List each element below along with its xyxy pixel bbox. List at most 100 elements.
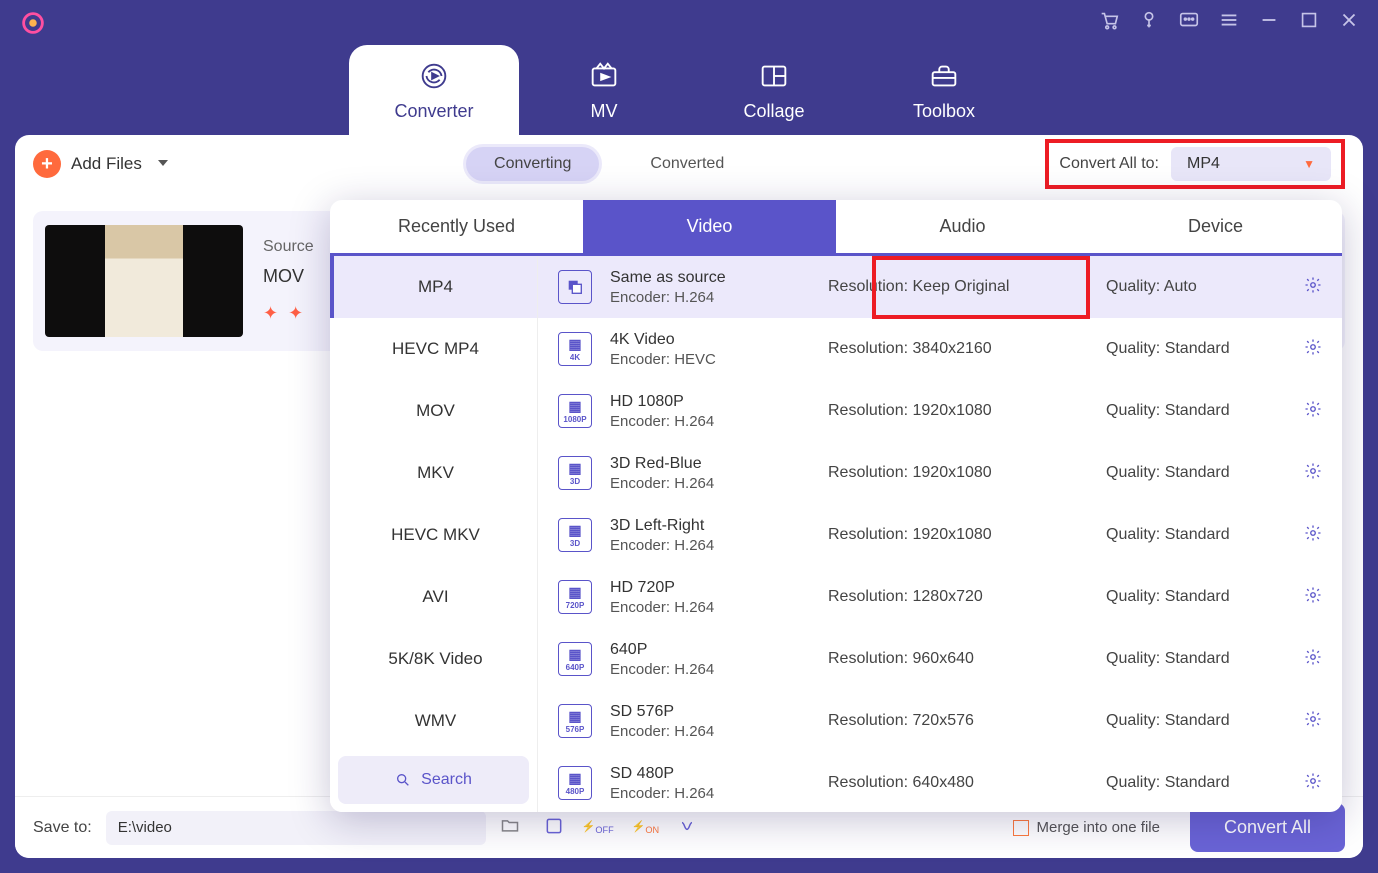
- add-files-label: Add Files: [71, 154, 142, 174]
- preset-name-column: SD 480PEncoder: H.264: [610, 765, 810, 802]
- preset-encoder: Encoder: H.264: [610, 289, 810, 306]
- source-label: Source: [263, 238, 314, 256]
- preset-encoder: Encoder: H.264: [610, 723, 810, 740]
- gear-icon[interactable]: [1304, 276, 1322, 299]
- format-item-hevc-mkv[interactable]: HEVC MKV: [330, 504, 537, 566]
- preset-row[interactable]: ▦1080PHD 1080PEncoder: H.264Resolution: …: [538, 380, 1342, 442]
- tab-converting[interactable]: Converting: [466, 147, 599, 181]
- preset-row[interactable]: Same as sourceEncoder: H.264 Resolution: …: [538, 256, 1342, 318]
- tab-toolbox[interactable]: Toolbox: [859, 45, 1029, 135]
- format-sidebar: MP4HEVC MP4MOVMKVHEVC MKVAVI5K/8K VideoW…: [330, 256, 538, 812]
- preset-resolution: Resolution: 1280x720: [828, 588, 1088, 606]
- preset-name-column: 3D Left-RightEncoder: H.264: [610, 517, 810, 554]
- preset-format-icon: ▦640P: [558, 642, 592, 676]
- preset-row[interactable]: ▦480PSD 480PEncoder: H.264Resolution: 64…: [538, 752, 1342, 812]
- preset-name-column: SD 576P Encoder: H.264: [610, 703, 810, 740]
- search-label: Search: [421, 771, 472, 789]
- preset-row[interactable]: ▦640P640PEncoder: H.264Resolution: 960x6…: [538, 628, 1342, 690]
- preset-resolution: Resolution: Keep Original: [828, 278, 1088, 296]
- preset-encoder: Encoder: H.264: [610, 537, 810, 554]
- caret-down-icon: ▼: [1303, 157, 1315, 171]
- format-item-avi[interactable]: AVI: [330, 566, 537, 628]
- preset-format-icon: ▦576P: [558, 704, 592, 738]
- merge-toggle[interactable]: Merge into one file: [1013, 819, 1160, 836]
- search-button[interactable]: Search: [338, 756, 529, 804]
- format-item-mov[interactable]: MOV: [330, 380, 537, 442]
- preset-format-icon: ▦720P: [558, 580, 592, 614]
- feedback-icon[interactable]: [1178, 9, 1200, 36]
- gear-icon[interactable]: [1304, 710, 1322, 733]
- gear-icon[interactable]: [1304, 524, 1322, 547]
- format-item-mkv[interactable]: MKV: [330, 442, 537, 504]
- preset-format-icon: ▦1080P: [558, 394, 592, 428]
- preset-format-icon: ▦3D: [558, 456, 592, 490]
- file-format: MOV: [263, 266, 314, 287]
- add-files-button[interactable]: + Add Files: [33, 150, 170, 178]
- gear-icon[interactable]: [1304, 462, 1322, 485]
- hw-on-icon[interactable]: ⚡ON: [632, 820, 659, 835]
- tab-converted[interactable]: Converted: [622, 147, 752, 181]
- gear-icon[interactable]: [1304, 648, 1322, 671]
- save-path-input[interactable]: [106, 811, 486, 845]
- effects-icon-2[interactable]: ✦: [288, 303, 303, 324]
- format-item-5k-8k-video[interactable]: 5K/8K Video: [330, 628, 537, 690]
- tab-device[interactable]: Device: [1089, 200, 1342, 253]
- gear-icon[interactable]: [1304, 338, 1322, 361]
- convert-all-dropdown[interactable]: MP4 ▼: [1171, 147, 1331, 181]
- tab-video[interactable]: Video: [583, 200, 836, 253]
- preset-name: SD 480P: [610, 765, 810, 783]
- preset-name-column: 4K VideoEncoder: HEVC: [610, 331, 810, 368]
- menu-icon[interactable]: [1218, 9, 1240, 36]
- tab-collage[interactable]: Collage: [689, 45, 859, 135]
- convert-all-selector: Convert All to: MP4 ▼: [1045, 139, 1345, 189]
- preset-row[interactable]: ▦4K4K VideoEncoder: HEVCResolution: 3840…: [538, 318, 1342, 380]
- preset-resolution: Resolution: 3840x2160: [828, 340, 1088, 358]
- preset-name-column: Same as sourceEncoder: H.264: [610, 269, 810, 306]
- compress-icon[interactable]: [544, 816, 564, 839]
- save-to-label: Save to:: [33, 819, 92, 837]
- preset-list[interactable]: Same as sourceEncoder: H.264 Resolution: …: [538, 256, 1342, 812]
- preset-format-icon: ▦3D: [558, 518, 592, 552]
- preset-row[interactable]: ▦3D3D Red-BlueEncoder: H.264Resolution: …: [538, 442, 1342, 504]
- effects-icon[interactable]: ✦: [263, 303, 278, 324]
- toolbar: + Add Files Converting Converted Convert…: [15, 135, 1363, 193]
- preset-resolution: Resolution: 1920x1080: [828, 526, 1088, 544]
- browse-folder-icon[interactable]: [500, 815, 520, 840]
- gear-icon[interactable]: [1304, 400, 1322, 423]
- preset-name: HD 720P: [610, 579, 810, 597]
- preset-row[interactable]: ▦720PHD 720PEncoder: H.264Resolution: 12…: [538, 566, 1342, 628]
- maximize-icon[interactable]: [1298, 9, 1320, 36]
- gear-icon[interactable]: [1304, 772, 1322, 795]
- tab-mv[interactable]: MV: [519, 45, 689, 135]
- preset-encoder: Encoder: H.264: [610, 475, 810, 492]
- settings-icon[interactable]: [677, 816, 697, 839]
- checkbox-icon: [1013, 820, 1029, 836]
- video-thumbnail[interactable]: [45, 225, 243, 337]
- tab-label: Converter: [394, 101, 473, 122]
- tab-audio[interactable]: Audio: [836, 200, 1089, 253]
- cart-icon[interactable]: [1098, 9, 1120, 36]
- preset-name-column: HD 1080P Encoder: H.264: [610, 393, 810, 430]
- status-tabs: Converting Converted: [170, 144, 1046, 184]
- preset-quality: Quality: Standard: [1106, 650, 1286, 668]
- tab-recently-used[interactable]: Recently Used: [330, 200, 583, 253]
- gear-icon[interactable]: [1304, 586, 1322, 609]
- format-item-wmv[interactable]: WMV: [330, 690, 537, 748]
- format-item-hevc-mp4[interactable]: HEVC MP4: [330, 318, 537, 380]
- close-icon[interactable]: [1338, 9, 1360, 36]
- preset-encoder: Encoder: H.264: [610, 413, 810, 430]
- popup-body: MP4HEVC MP4MOVMKVHEVC MKVAVI5K/8K VideoW…: [330, 256, 1342, 812]
- preset-row[interactable]: ▦576P SD 576P Encoder: H.264 Resolution: 72…: [538, 690, 1342, 752]
- tab-converter[interactable]: Converter: [349, 45, 519, 135]
- format-item-mp4[interactable]: MP4: [330, 256, 537, 318]
- preset-row[interactable]: ▦3D 3D Left-RightEncoder: H.264 Resolution…: [538, 504, 1342, 566]
- key-icon[interactable]: [1138, 9, 1160, 36]
- format-popup: Recently Used Video Audio Device MP4HEVC…: [330, 200, 1342, 812]
- hw-off-icon[interactable]: ⚡OFF: [582, 820, 614, 835]
- preset-resolution: Resolution: 720x576: [828, 712, 1088, 730]
- title-controls: [1098, 9, 1360, 36]
- convert-all-value: MP4: [1187, 155, 1220, 173]
- minimize-icon[interactable]: [1258, 9, 1280, 36]
- preset-name: HD 1080P: [610, 393, 810, 411]
- preset-name: SD 576P: [610, 703, 810, 721]
